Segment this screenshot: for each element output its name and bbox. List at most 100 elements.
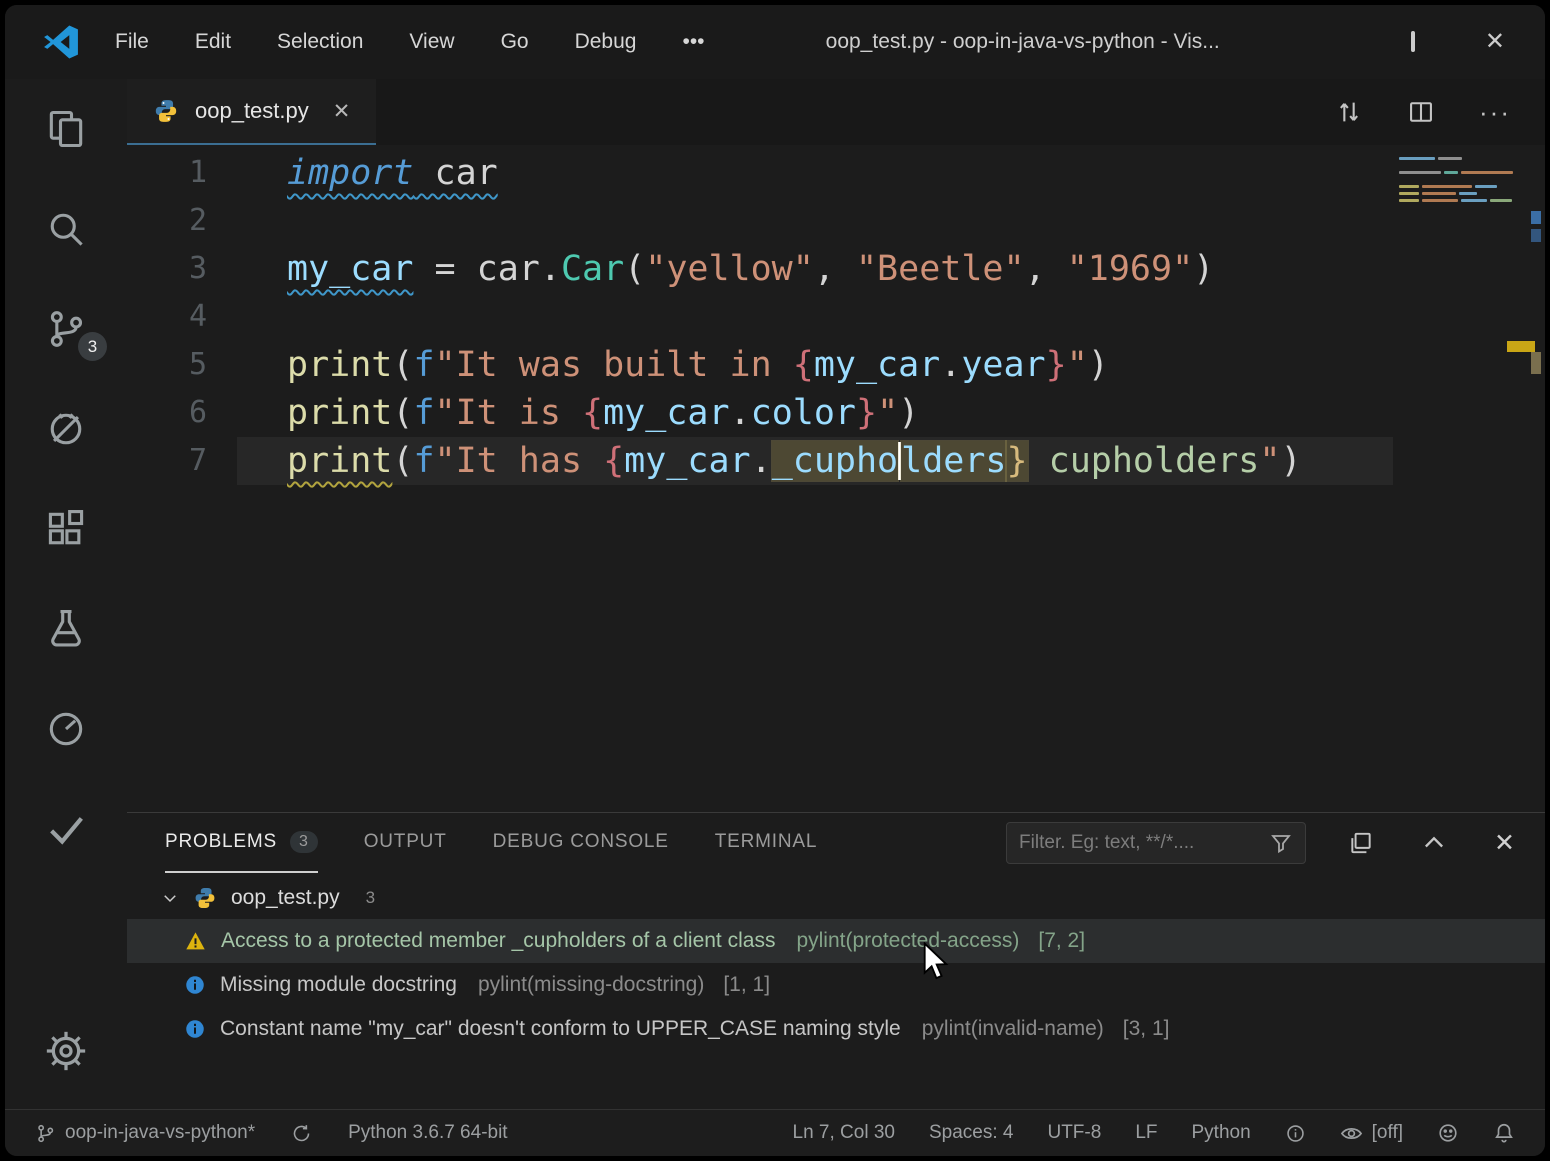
code-line[interactable]: 1 import car: [127, 149, 1545, 197]
problem-row[interactable]: Missing module docstring pylint(missing-d…: [127, 963, 1545, 1007]
branch-status-item[interactable]: oop-in-java-vs-python*: [35, 1122, 255, 1144]
overview-ruler-mark: [1531, 229, 1541, 242]
code-token: f: [413, 345, 435, 385]
gauge-button[interactable]: [5, 679, 127, 779]
tasks-button[interactable]: [5, 779, 127, 879]
code-token: }: [855, 393, 878, 433]
problem-source: pylint(invalid-name): [921, 1017, 1104, 1040]
panel-tab-output[interactable]: OUTPUT: [364, 813, 447, 873]
test-button[interactable]: [5, 579, 127, 679]
menu-item-more[interactable]: •••: [682, 30, 704, 54]
indentation-item[interactable]: Spaces: 4: [929, 1122, 1014, 1144]
panel-tab-problems[interactable]: PROBLEMS 3: [165, 813, 318, 873]
tab-bar: oop_test.py ✕ ···: [127, 79, 1545, 145]
explorer-button[interactable]: [5, 79, 127, 179]
tab-oop-test[interactable]: oop_test.py ✕: [127, 79, 377, 145]
menu-item-file[interactable]: File: [115, 30, 149, 54]
problems-list: Access to a protected member _cupholders…: [127, 919, 1545, 1051]
debug-button[interactable]: [5, 379, 127, 479]
code-token: "It is: [434, 393, 583, 433]
split-editor-icon[interactable]: [1407, 98, 1435, 126]
panel-tab-label: DEBUG CONSOLE: [492, 831, 669, 852]
search-button[interactable]: [5, 179, 127, 279]
problem-row[interactable]: Constant name "my_car" doesn't conform t…: [127, 1007, 1545, 1051]
branch-name: oop-in-java-vs-python*: [65, 1122, 256, 1143]
language-mode-item[interactable]: Python: [1192, 1122, 1251, 1144]
panel-maximize-chevron-icon[interactable]: [1420, 829, 1448, 857]
source-control-button[interactable]: 3: [5, 279, 127, 379]
panel-restore-icon[interactable]: [1348, 830, 1374, 856]
code-token: ): [1087, 345, 1109, 385]
explorer-icon: [49, 110, 83, 148]
python-file-icon: [155, 100, 177, 122]
code-editor[interactable]: 1 import car 2 3 my_car = car.Car("yellow", …: [127, 145, 1545, 812]
code-token: cupholders: [1027, 441, 1260, 481]
panel-actions: ✕: [1348, 828, 1515, 858]
sync-icon: [293, 1124, 310, 1141]
code-line[interactable]: 6 print(f"It is {my_car.color}"): [127, 389, 1545, 437]
editor-more-actions-icon[interactable]: ···: [1479, 97, 1511, 128]
menu-item-edit[interactable]: Edit: [195, 30, 231, 54]
git-branch-icon: [38, 1124, 54, 1142]
sync-status-item[interactable]: [291, 1123, 312, 1144]
line-number: 5: [188, 347, 207, 382]
overview-ruler-mark: [1531, 211, 1541, 224]
code-token: ): [1280, 441, 1302, 481]
code-token: .: [729, 393, 751, 433]
encoding-item[interactable]: UTF-8: [1047, 1122, 1101, 1144]
code-token: car: [413, 153, 498, 193]
panel-tab-debug-console[interactable]: DEBUG CONSOLE: [493, 813, 669, 873]
code-lines: 1 import car 2 3 my_car = car.Car("yellow", …: [127, 149, 1545, 485]
code-token: _cupho: [770, 440, 900, 482]
line-number: 4: [188, 299, 207, 334]
menu-item-debug[interactable]: Debug: [575, 30, 637, 54]
open-changes-icon[interactable]: [1335, 98, 1363, 126]
problems-file-group[interactable]: oop_test.py 3: [127, 877, 1545, 919]
menu-item-go[interactable]: Go: [501, 30, 529, 54]
panel-tab-terminal[interactable]: TERMINAL: [715, 813, 817, 873]
line-number: 1: [188, 155, 207, 190]
code-token: f: [413, 441, 435, 481]
cursor-position-item[interactable]: Ln 7, Col 30: [793, 1122, 895, 1144]
activity-bar: 3: [5, 79, 127, 1109]
code-token: .: [750, 441, 772, 481]
eye-icon: [1340, 1127, 1362, 1139]
settings-gear-icon: [46, 1031, 86, 1071]
code-token: ": [1259, 441, 1281, 481]
code-line[interactable]: 4: [127, 293, 1545, 341]
code-token: my_car: [287, 249, 414, 289]
maximize-button[interactable]: [1410, 31, 1415, 52]
extensions-button[interactable]: [5, 479, 127, 579]
tab-close-icon[interactable]: ✕: [333, 99, 351, 124]
line-number: 2: [188, 203, 207, 238]
minimap[interactable]: [1399, 155, 1517, 204]
info-icon: [185, 975, 205, 995]
problems-filter-input[interactable]: [1019, 832, 1262, 854]
menu-bar: File Edit Selection View Go Debug •••: [115, 30, 705, 54]
close-button[interactable]: ✕: [1485, 30, 1505, 54]
menu-item-view[interactable]: View: [409, 30, 454, 54]
code-line[interactable]: 2: [127, 197, 1545, 245]
code-line[interactable]: 7 print(f"It has {my_car._cupholders} cup…: [127, 437, 1545, 485]
code-token: color: [750, 393, 856, 433]
filter-icon[interactable]: [1269, 831, 1293, 855]
code-line[interactable]: 3 my_car = car.Car("yellow", "Beetle", "1…: [127, 245, 1545, 293]
menu-item-selection[interactable]: Selection: [277, 30, 363, 54]
source-control-badge: 3: [78, 332, 107, 361]
python-interpreter-item[interactable]: Python 3.6.7 64-bit: [348, 1122, 508, 1144]
code-token: ,: [813, 249, 856, 289]
coverage-status-item[interactable]: [off]: [1340, 1122, 1403, 1145]
info-icon: [185, 1019, 205, 1039]
code-token: year: [961, 345, 1046, 385]
notifications-status-item[interactable]: [1493, 1122, 1515, 1144]
problem-row[interactable]: Access to a protected member _cupholders…: [127, 919, 1545, 963]
feedback-status-item[interactable]: [1437, 1122, 1459, 1144]
editor-actions: ···: [1335, 79, 1545, 145]
code-line[interactable]: 5 print(f"It was built in {my_car.year}"): [127, 341, 1545, 389]
code-token: print: [287, 441, 393, 481]
eol-item[interactable]: LF: [1135, 1122, 1157, 1144]
panel-close-icon[interactable]: ✕: [1494, 828, 1515, 858]
line-content: import car: [237, 149, 1393, 197]
info-status-item[interactable]: [1285, 1123, 1306, 1144]
settings-button[interactable]: [5, 1001, 127, 1101]
